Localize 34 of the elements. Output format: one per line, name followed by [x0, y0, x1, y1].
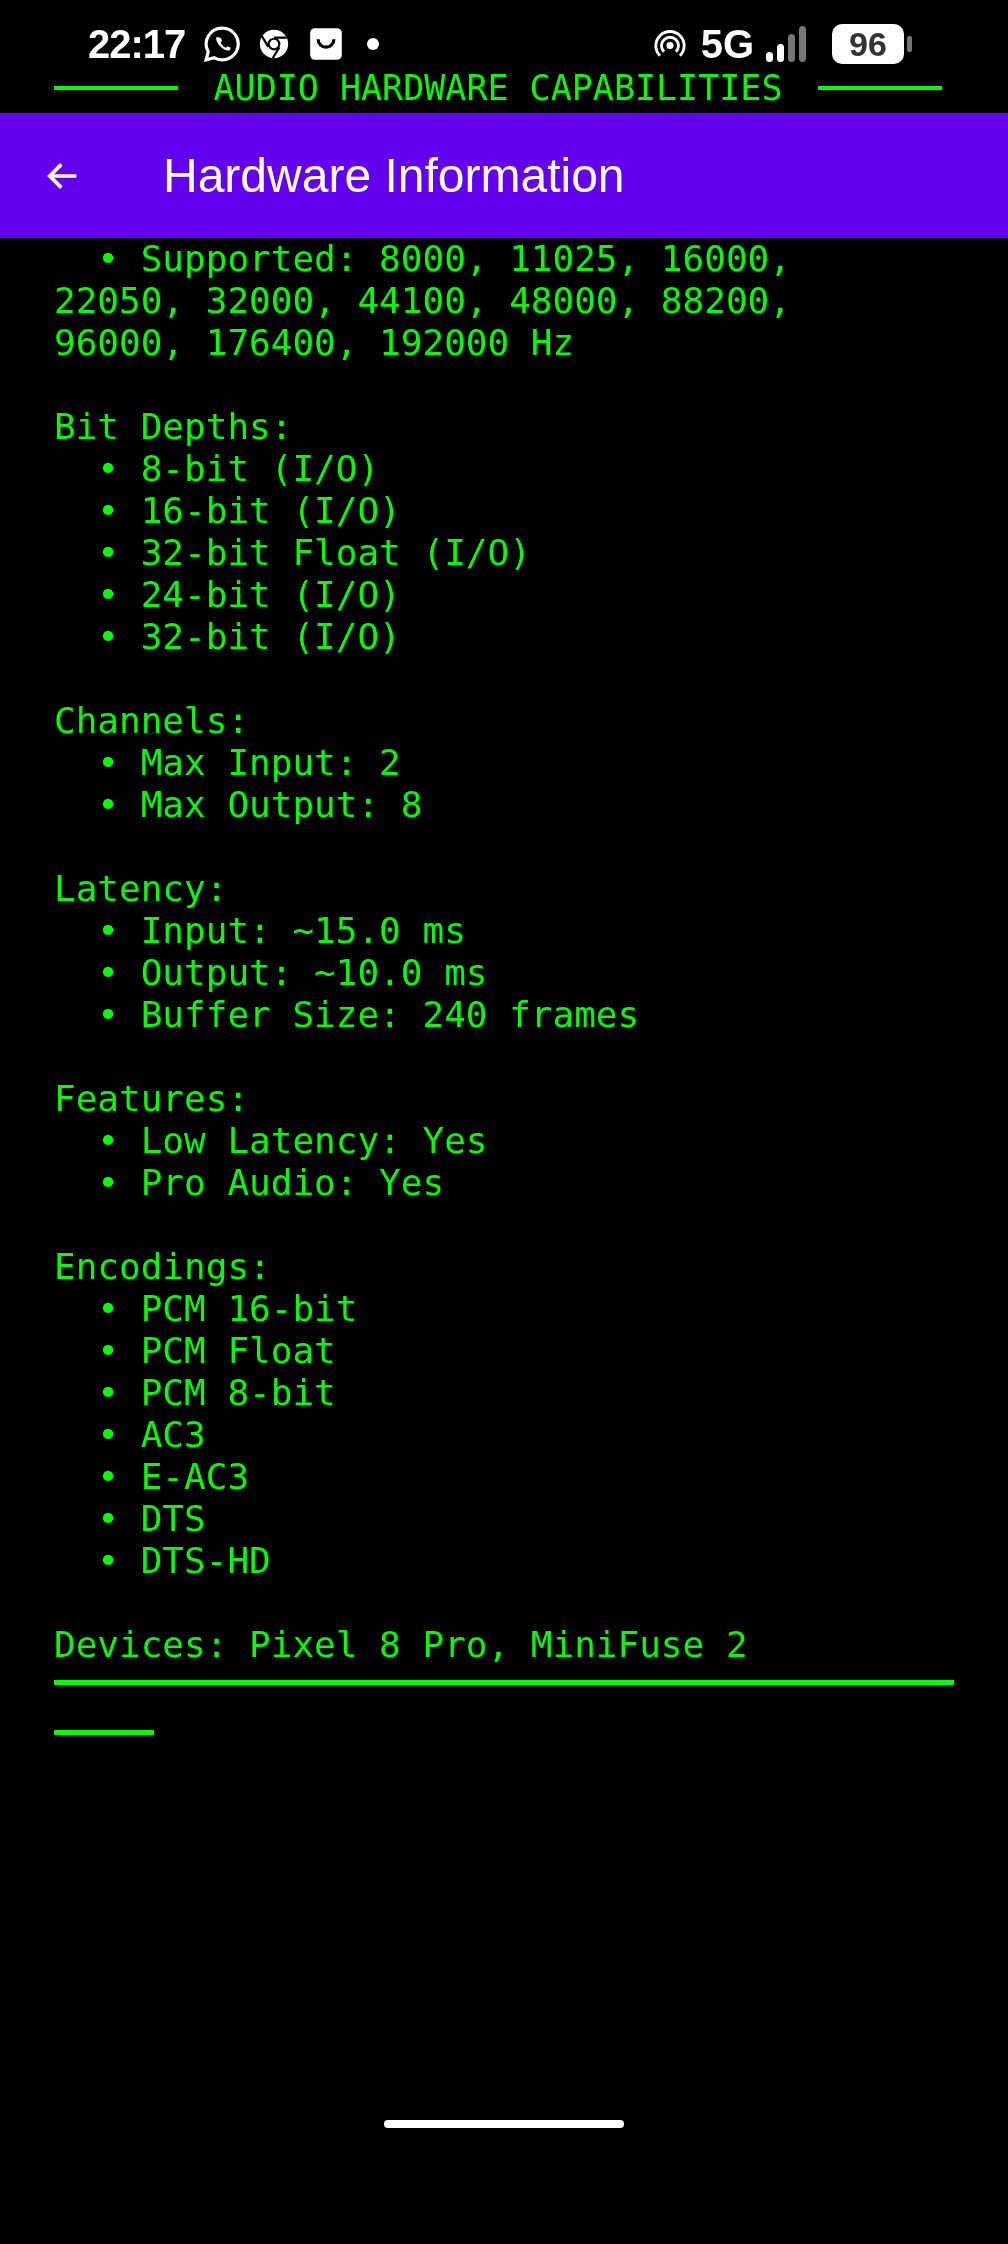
signal-icon: [764, 24, 808, 64]
section-heading: Latency:: [54, 868, 228, 910]
list-item: • Max Output: 8: [96, 784, 424, 826]
list-item: • Low Latency: Yes: [96, 1120, 489, 1162]
list-item: • DTS: [96, 1498, 207, 1540]
battery-icon: [832, 24, 912, 64]
list-item: • 8-bit (I/O): [96, 448, 381, 490]
list-item: • PCM 8-bit: [96, 1372, 337, 1414]
list-item: • Output: ~10.0 ms: [96, 952, 489, 994]
list-item: • Buffer Size: 240 frames: [96, 994, 641, 1036]
section-heading: Channels:: [54, 700, 250, 742]
section-heading: Devices: Pixel 8 Pro, MiniFuse 2: [54, 1624, 748, 1666]
battery-level: 96: [849, 27, 887, 61]
list-item: • Supported: 8000, 11025, 16000, 22050, 32000, 44100, 48000, 88200, 96000, 176400, 192000 Hz: [54, 238, 792, 364]
section-heading: Encodings:: [54, 1246, 271, 1288]
list-item: • Input: ~15.0 ms: [96, 910, 467, 952]
list-item: • 16-bit (I/O): [96, 490, 402, 532]
list-item: • DTS-HD: [96, 1540, 272, 1582]
section-heading: Bit Depths:: [54, 406, 293, 448]
network-type: 5G: [700, 24, 754, 64]
list-item: • Pro Audio: Yes: [96, 1162, 446, 1204]
status-time: 22:17: [88, 24, 186, 64]
chat-icon: [203, 25, 242, 63]
list-item: • Max Input: 2: [96, 742, 402, 784]
app-bar-title: Hardware Information: [163, 151, 625, 200]
list-item: • 24-bit (I/O): [96, 574, 402, 616]
banner-title: AUDIO HARDWARE CAPABILITIES: [213, 67, 783, 110]
list-item: • PCM Float: [96, 1330, 337, 1372]
list-item: • AC3: [96, 1414, 207, 1456]
section-heading: Features:: [54, 1078, 250, 1120]
list-item: • 32-bit Float (I/O): [96, 532, 532, 574]
list-item: • PCM 16-bit: [96, 1288, 359, 1330]
list-item: • E-AC3: [96, 1456, 251, 1498]
list-item: • 32-bit (I/O): [96, 616, 402, 658]
